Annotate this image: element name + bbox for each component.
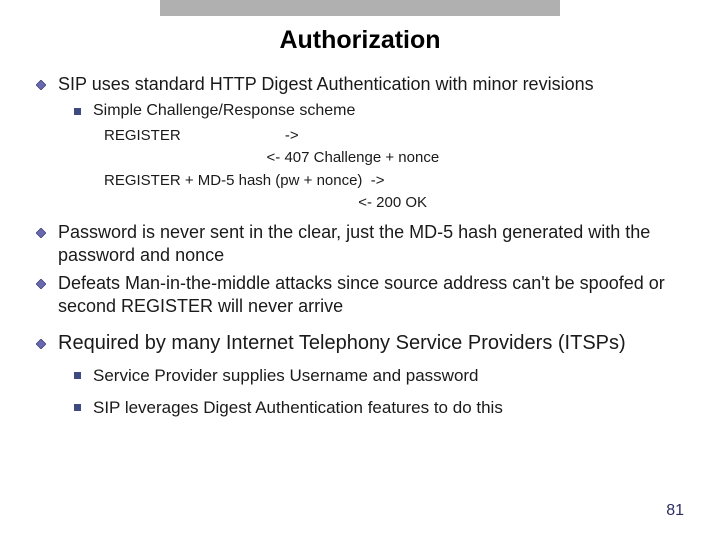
bullet-level2: Service Provider supplies Username and p… [74, 364, 688, 388]
bullet-text: Required by many Internet Telephony Serv… [58, 330, 626, 356]
bullet-text: Simple Challenge/Response scheme [93, 100, 355, 122]
bullet-level2: SIP leverages Digest Authentication feat… [74, 396, 688, 420]
bullet-level2: Simple Challenge/Response scheme [74, 100, 688, 122]
bullet-text: Service Provider supplies Username and p… [93, 364, 479, 388]
bullet-text: Defeats Man-in-the-middle attacks since … [58, 272, 688, 319]
top-decoration-bar [160, 0, 560, 16]
square-icon [74, 404, 81, 411]
square-icon [74, 372, 81, 379]
page-number: 81 [666, 502, 684, 520]
diamond-icon [36, 228, 46, 238]
slide: Authorization SIP uses standard HTTP Dig… [0, 0, 720, 540]
bullet-text: SIP leverages Digest Authentication feat… [93, 396, 503, 420]
diamond-icon [36, 80, 46, 90]
slide-body: SIP uses standard HTTP Digest Authentica… [0, 73, 720, 420]
square-icon [74, 108, 81, 115]
diamond-icon [36, 339, 46, 349]
sequence-line: <- 407 Challenge + nonce [104, 147, 688, 170]
bullet-level1: Password is never sent in the clear, jus… [36, 221, 688, 268]
slide-title: Authorization [0, 26, 720, 55]
bullet-text: SIP uses standard HTTP Digest Authentica… [58, 73, 594, 96]
bullet-level1: Defeats Man-in-the-middle attacks since … [36, 272, 688, 319]
bullet-text: Password is never sent in the clear, jus… [58, 221, 688, 268]
bullet-level1: SIP uses standard HTTP Digest Authentica… [36, 73, 688, 96]
sequence-line: REGISTER + MD-5 hash (pw + nonce) -> [104, 170, 688, 193]
sequence-line: REGISTER -> [104, 125, 688, 148]
sequence-line: <- 200 OK [104, 192, 688, 215]
diamond-icon [36, 279, 46, 289]
bullet-level1: Required by many Internet Telephony Serv… [36, 330, 688, 356]
